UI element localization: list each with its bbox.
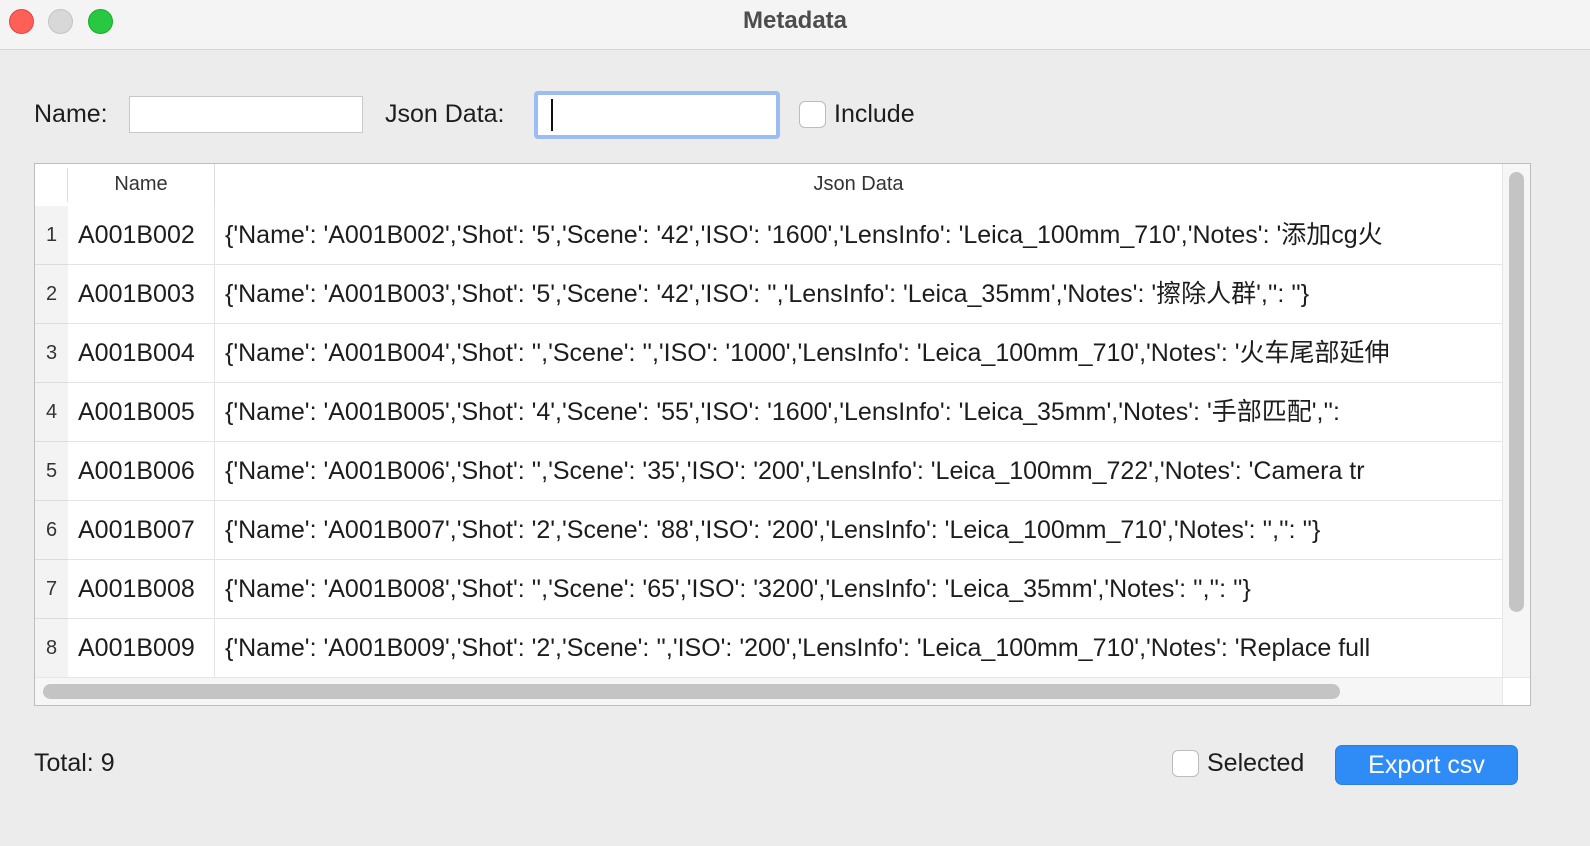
metadata-table: Name Json Data 1 A001B002 {'Name': 'A001… [34, 163, 1531, 706]
cell-name[interactable]: A001B004 [68, 324, 215, 383]
row-number[interactable]: 6 [35, 501, 68, 560]
row-number[interactable]: 1 [35, 206, 68, 265]
text-caret [551, 99, 553, 131]
cell-json-data[interactable]: {'Name': 'A001B005','Shot': '4','Scene':… [215, 383, 1502, 442]
cell-json-data[interactable]: {'Name': 'A001B009','Shot': '2','Scene':… [215, 619, 1502, 678]
row-number[interactable]: 2 [35, 265, 68, 324]
cell-json-data[interactable]: {'Name': 'A001B003','Shot': '5','Scene':… [215, 265, 1502, 324]
cell-json-data[interactable]: {'Name': 'A001B007','Shot': '2','Scene':… [215, 501, 1502, 560]
window-title: Metadata [742, 7, 848, 34]
selected-label[interactable]: Selected [1207, 749, 1304, 778]
total-count: Total: 9 [34, 749, 115, 777]
name-filter-label: Name: [34, 100, 108, 128]
table-row[interactable]: 8 A001B009 {'Name': 'A001B009','Shot': '… [35, 619, 1502, 678]
row-number[interactable]: 3 [35, 324, 68, 383]
row-number[interactable]: 8 [35, 619, 68, 678]
cell-name[interactable]: A001B008 [68, 560, 215, 619]
json-filter-input[interactable] [534, 91, 780, 139]
selected-checkbox[interactable] [1172, 750, 1199, 777]
row-number[interactable]: 4 [35, 383, 68, 442]
header-corner[interactable] [35, 168, 68, 202]
scrollbar-corner [1502, 677, 1530, 705]
cell-name[interactable]: A001B009 [68, 619, 215, 678]
table-row[interactable]: 3 A001B004 {'Name': 'A001B004','Shot': '… [35, 324, 1502, 383]
horizontal-scrollbar-thumb[interactable] [43, 684, 1340, 699]
table-row[interactable]: 2 A001B003 {'Name': 'A001B003','Shot': '… [35, 265, 1502, 324]
table-header: Name Json Data [35, 164, 1502, 206]
cell-name[interactable]: A001B006 [68, 442, 215, 501]
json-filter-label: Json Data: [385, 100, 505, 128]
cell-name[interactable]: A001B005 [68, 383, 215, 442]
name-filter-input[interactable] [129, 96, 363, 133]
include-checkbox[interactable] [799, 101, 826, 128]
table-row[interactable]: 6 A001B007 {'Name': 'A001B007','Shot': '… [35, 501, 1502, 560]
table-row[interactable]: 4 A001B005 {'Name': 'A001B005','Shot': '… [35, 383, 1502, 442]
column-header-json-data[interactable]: Json Data [215, 164, 1502, 206]
row-number[interactable]: 7 [35, 560, 68, 619]
column-header-name[interactable]: Name [68, 164, 215, 206]
cell-json-data[interactable]: {'Name': 'A001B004','Shot': '','Scene': … [215, 324, 1502, 383]
export-csv-button[interactable]: Export csv [1335, 745, 1518, 785]
cell-name[interactable]: A001B002 [68, 206, 215, 265]
title-bar: Metadata [0, 0, 1590, 50]
vertical-scrollbar-thumb[interactable] [1509, 172, 1524, 612]
cell-name[interactable]: A001B007 [68, 501, 215, 560]
table-row[interactable]: 7 A001B008 {'Name': 'A001B008','Shot': '… [35, 560, 1502, 619]
table-row[interactable]: 1 A001B002 {'Name': 'A001B002','Shot': '… [35, 206, 1502, 265]
cell-name[interactable]: A001B003 [68, 265, 215, 324]
table-row[interactable]: 5 A001B006 {'Name': 'A001B006','Shot': '… [35, 442, 1502, 501]
cell-json-data[interactable]: {'Name': 'A001B002','Shot': '5','Scene':… [215, 206, 1502, 265]
include-label[interactable]: Include [834, 100, 915, 129]
cell-json-data[interactable]: {'Name': 'A001B006','Shot': '','Scene': … [215, 442, 1502, 501]
cell-json-data[interactable]: {'Name': 'A001B008','Shot': '','Scene': … [215, 560, 1502, 619]
row-number[interactable]: 5 [35, 442, 68, 501]
